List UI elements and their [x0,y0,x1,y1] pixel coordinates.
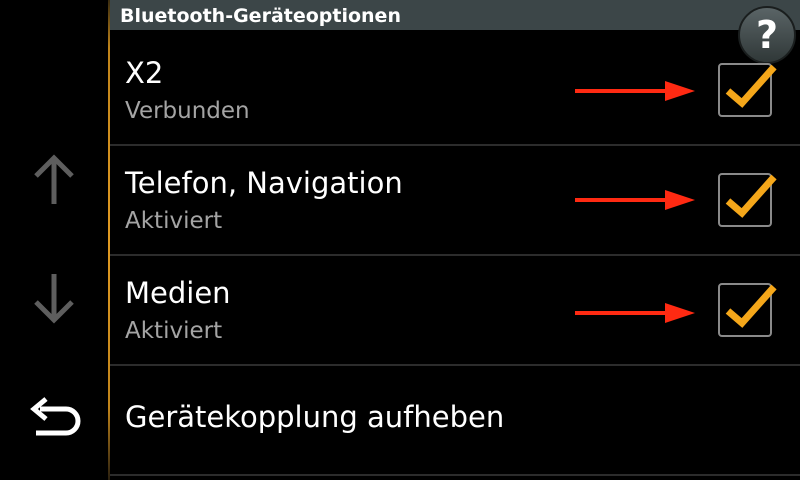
media-checkbox[interactable] [718,283,777,337]
back-button[interactable] [14,380,94,460]
checkmark-icon [725,284,777,328]
header-bar: Bluetooth-Geräteoptionen [110,0,800,30]
profile-name: Medien [125,276,231,310]
list-item-phone-navigation[interactable]: Telefon, Navigation Aktiviert [110,148,800,256]
scroll-down-button[interactable] [14,258,94,338]
unpair-device-button[interactable]: Gerätekopplung aufheben [110,366,800,476]
arrow-down-icon [34,274,74,324]
list-item-device[interactable]: X2 Verbunden [110,38,800,146]
page-title: Bluetooth-Geräteoptionen [120,5,401,27]
arrow-up-icon [34,154,74,204]
profile-name: Telefon, Navigation [125,166,403,200]
checkmark-icon [725,64,777,108]
annotation-arrow-icon [575,81,695,101]
sidebar [0,0,108,480]
device-name: X2 [125,56,164,90]
back-return-icon [30,397,81,436]
profile-status: Aktiviert [125,318,223,344]
device-status: Verbunden [125,98,250,124]
scroll-up-button[interactable] [14,140,94,220]
profile-status: Aktiviert [125,208,223,234]
annotation-arrow-icon [575,303,695,323]
list-item-media[interactable]: Medien Aktiviert [110,258,800,366]
unpair-device-label: Gerätekopplung aufheben [125,400,505,434]
annotation-arrow-icon [575,190,695,210]
checkmark-icon [725,174,777,218]
device-checkbox[interactable] [718,63,777,117]
phone-navigation-checkbox[interactable] [718,173,777,227]
